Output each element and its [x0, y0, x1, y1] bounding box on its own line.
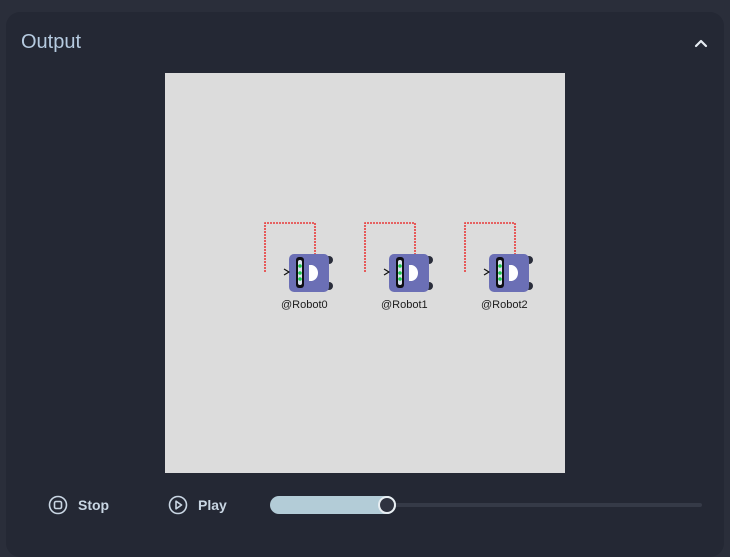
panel-title: Output — [21, 31, 82, 53]
stop-label: Stop — [78, 497, 110, 513]
robot-led — [398, 264, 402, 268]
robot-label-2: @Robot2 — [481, 299, 528, 311]
robot-label-0: @Robot0 — [281, 299, 328, 311]
robot-led — [298, 277, 302, 281]
scene-svg — [264, 222, 533, 292]
robot-direction-marker — [483, 268, 491, 276]
robot-front — [409, 265, 412, 281]
simulation-canvas — [165, 73, 565, 473]
robot-0 — [264, 222, 333, 292]
robot-led — [498, 277, 502, 281]
robot-front — [509, 265, 512, 281]
robot-1 — [364, 222, 433, 292]
play-button[interactable]: Play — [168, 493, 227, 517]
robot-led — [398, 277, 402, 281]
robot-led — [498, 271, 502, 275]
chevron-up-icon — [694, 39, 708, 48]
robot-direction-marker — [283, 268, 291, 276]
robot-front — [309, 265, 312, 281]
slider-thumb[interactable] — [378, 496, 396, 514]
stop-circle-icon — [48, 495, 68, 515]
play-label: Play — [198, 497, 227, 513]
output-panel: Output @Robot0 @Robot1 @Robot2 Stop Play — [6, 12, 724, 557]
robot-2 — [464, 222, 533, 292]
robot-led — [298, 271, 302, 275]
play-circle-icon — [168, 495, 188, 515]
robot-led — [298, 264, 302, 268]
robot-direction-marker — [383, 268, 391, 276]
robot-label-1: @Robot1 — [381, 299, 428, 311]
robot-led — [398, 271, 402, 275]
robot-led — [498, 264, 502, 268]
stop-button[interactable]: Stop — [48, 493, 109, 517]
progress-slider[interactable] — [270, 496, 702, 514]
collapse-button[interactable] — [690, 34, 712, 52]
